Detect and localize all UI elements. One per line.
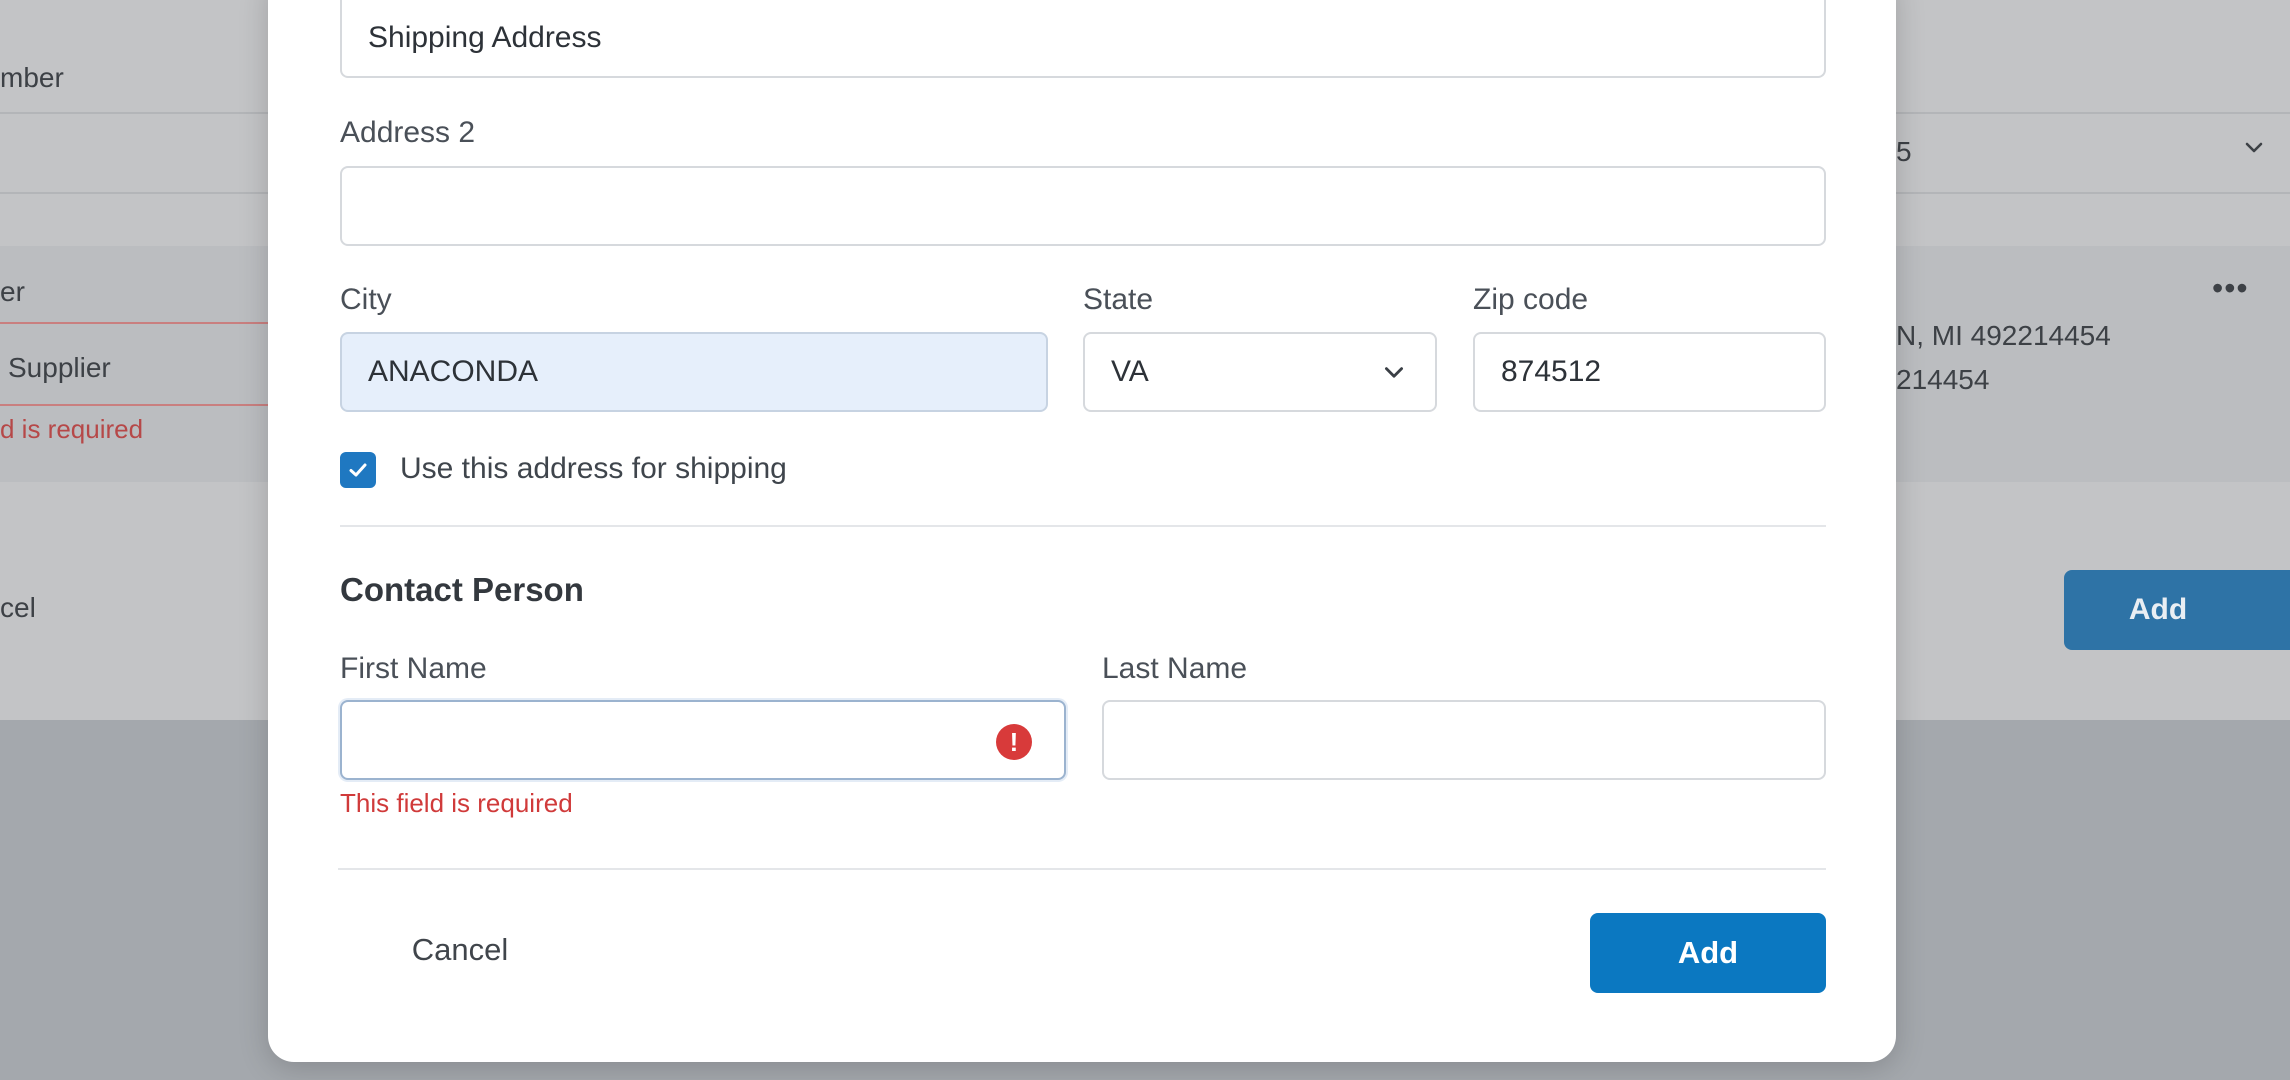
bg-divider (1896, 112, 2290, 114)
bg-chevron-down-icon[interactable] (2242, 136, 2266, 160)
bg-error-border (0, 322, 268, 324)
chevron-down-icon (1385, 367, 1403, 378)
address1-input[interactable]: Shipping Address (340, 0, 1826, 78)
bg-name-label: er (0, 276, 25, 307)
bg-add-label: Add (2128, 593, 2188, 626)
zip-input[interactable]: 874512 (1473, 332, 1826, 412)
add-button[interactable]: Add (1590, 913, 1826, 993)
section-divider (340, 525, 1826, 527)
first-name-input[interactable]: ! (340, 700, 1066, 780)
use-for-shipping-checkbox[interactable] (340, 452, 376, 488)
first-name-error: This field is required (340, 788, 573, 818)
bg-dropdown-value: 5 (1896, 136, 1912, 167)
city-input[interactable]: ANACONDA (340, 332, 1048, 412)
bg-divider (0, 192, 268, 194)
state-select[interactable]: VA (1083, 332, 1437, 412)
cancel-button[interactable]: Cancel (370, 910, 550, 990)
bg-supplier-text: Supplier (8, 352, 111, 383)
contact-person-heading: Contact Person (340, 571, 584, 608)
add-supplier-dialog (268, 0, 1896, 1062)
bg-address-line2: 214454 (1896, 364, 1990, 395)
first-name-label: First Name (340, 652, 487, 685)
bg-divider (1896, 192, 2290, 194)
zip-label: Zip code (1473, 283, 1589, 316)
error-icon: ! (996, 724, 1032, 760)
add-label: Add (1677, 935, 1739, 970)
last-name-input[interactable] (1102, 700, 1826, 780)
address1-value: Shipping Address (368, 21, 602, 54)
cancel-label: Cancel (411, 932, 509, 967)
bg-field-label: mber (0, 62, 64, 93)
zip-value: 874512 (1501, 355, 1602, 388)
footer-divider (338, 868, 1826, 870)
bg-address-line1: N, MI 492214454 (1896, 320, 2111, 351)
bg-cancel-button[interactable]: cel (0, 592, 36, 624)
bg-divider (0, 112, 268, 114)
use-for-shipping-label[interactable]: Use this address for shipping (400, 452, 787, 486)
checkmark-icon (349, 463, 367, 477)
bg-more-icon[interactable]: ••• (2212, 270, 2249, 307)
error-icon-glyph: ! (1009, 726, 1019, 757)
bg-add-button[interactable]: Add (2064, 570, 2290, 650)
bg-error-border (0, 404, 268, 406)
bg-error-text: d is required (0, 414, 144, 444)
city-value: ANACONDA (368, 355, 539, 388)
last-name-label: Last Name (1102, 652, 1248, 685)
address2-label: Address 2 (340, 116, 476, 149)
state-label: State (1083, 283, 1154, 316)
address2-input[interactable] (340, 166, 1826, 246)
city-label: City (340, 283, 392, 316)
state-value: VA (1111, 355, 1149, 388)
